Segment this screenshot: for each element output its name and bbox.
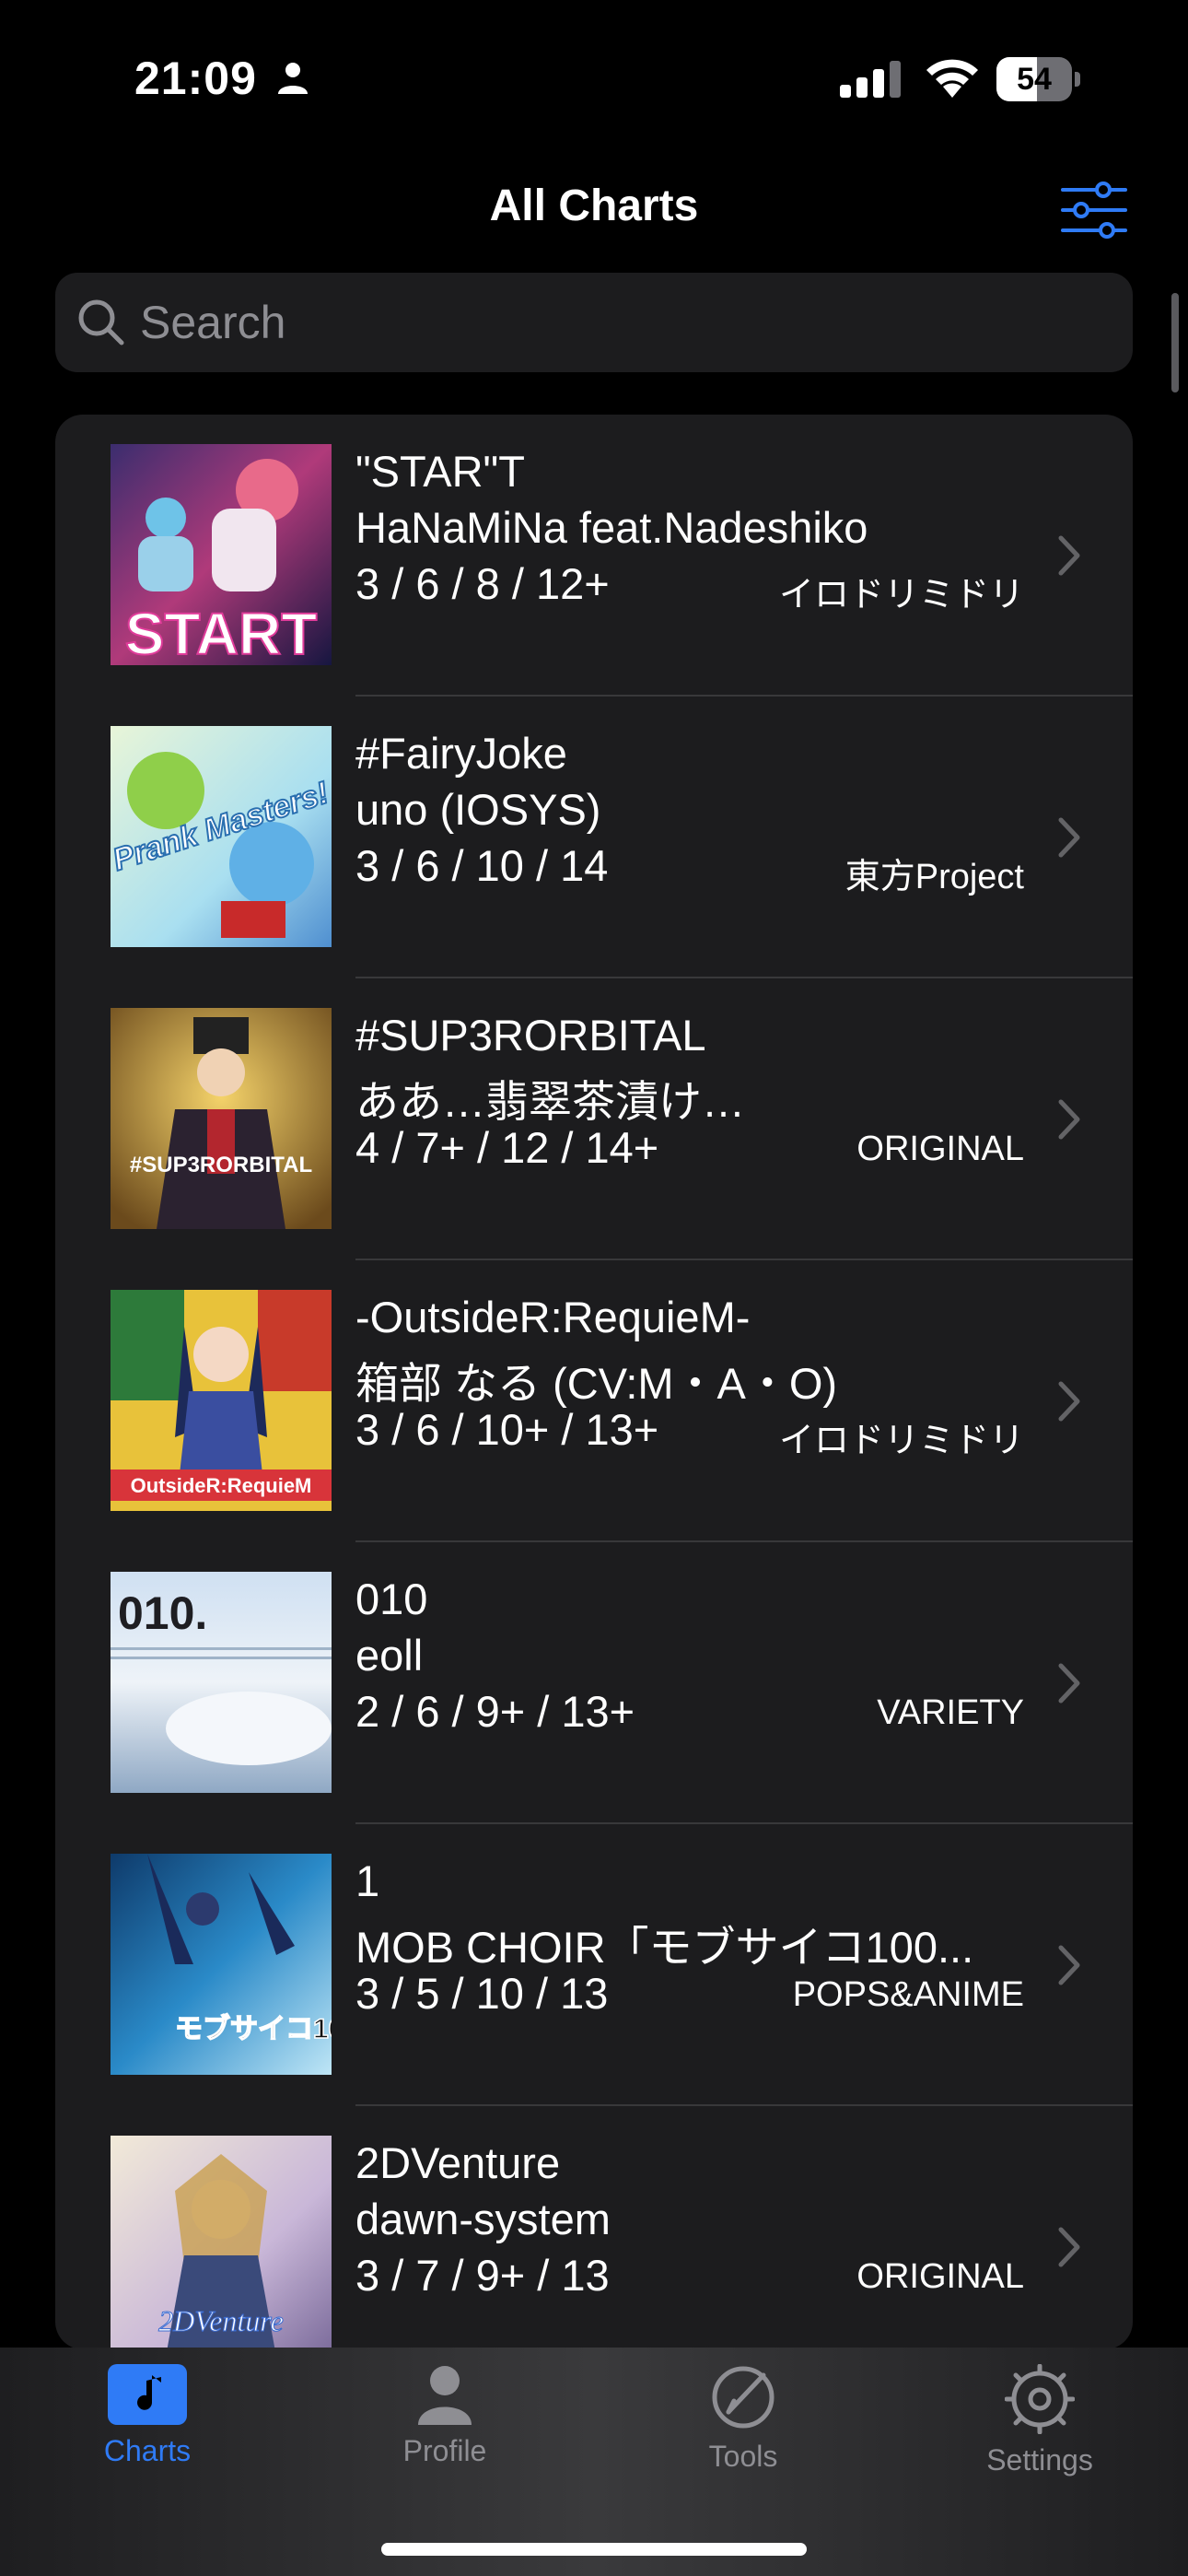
page-title: All Charts bbox=[489, 181, 699, 230]
chart-title: #FairyJoke bbox=[355, 729, 567, 778]
status-bar: 21:09 54 bbox=[0, 0, 1188, 147]
chevron-right-icon bbox=[1055, 1378, 1083, 1429]
chevron-right-icon bbox=[1055, 2224, 1083, 2275]
chart-levels: 3 / 6 / 10+ / 13+ bbox=[355, 1405, 659, 1454]
tab-tools[interactable]: Tools bbox=[642, 2364, 844, 2502]
album-art-text: #SUP3RORBITAL bbox=[130, 1153, 312, 1177]
chart-row[interactable]: Prank Masters! #FairyJoke uno (IOSYS) 3 … bbox=[55, 697, 1133, 978]
person-icon bbox=[418, 2366, 472, 2425]
gear-icon bbox=[1005, 2364, 1075, 2434]
album-art-text: 2DVenture bbox=[158, 2304, 284, 2337]
album-art: 2DVenture bbox=[111, 2136, 332, 2349]
album-art: モブサイコ100 bbox=[111, 1854, 332, 2075]
chart-artist: ああ…翡翠茶漬け… bbox=[355, 1077, 745, 1126]
chevron-right-icon bbox=[1055, 533, 1083, 583]
chart-genre: ORIGINAL bbox=[856, 2257, 1024, 2296]
chart-artist: eoll bbox=[355, 1631, 424, 1680]
chart-genre: イロドリミドリ bbox=[778, 576, 1024, 615]
tab-label: Charts bbox=[103, 2434, 192, 2467]
search-bar[interactable] bbox=[55, 273, 1133, 372]
filter-button[interactable] bbox=[1059, 181, 1129, 240]
home-indicator[interactable] bbox=[381, 2543, 807, 2556]
album-art: #SUP3RORBITAL bbox=[111, 1008, 332, 1229]
chevron-right-icon bbox=[1055, 1096, 1083, 1147]
scroll-indicator[interactable] bbox=[1171, 293, 1179, 392]
chart-genre: ORIGINAL bbox=[856, 1130, 1024, 1168]
album-art-text: 010. bbox=[118, 1587, 207, 1639]
wifi-icon bbox=[923, 55, 982, 104]
chart-levels: 3 / 6 / 10 / 14 bbox=[355, 841, 609, 890]
music-note-icon bbox=[108, 2364, 187, 2425]
chart-genre: VARIETY bbox=[877, 1693, 1024, 1732]
album-art: START bbox=[111, 444, 332, 665]
tab-profile[interactable]: Profile bbox=[344, 2364, 546, 2502]
chart-genre: POPS&ANIME bbox=[792, 1975, 1024, 2014]
sliders-icon bbox=[1061, 181, 1127, 239]
compass-icon bbox=[712, 2366, 775, 2429]
chart-row[interactable]: OutsideR:RequieM -OutsideR:RequieM- 箱部 な… bbox=[55, 1260, 1133, 1542]
album-art: Prank Masters! bbox=[111, 726, 332, 947]
tab-bar: Charts Profile Tools Settings bbox=[0, 2348, 1188, 2576]
cellular-signal-icon bbox=[840, 61, 904, 102]
chart-title: #SUP3RORBITAL bbox=[355, 1011, 706, 1060]
chart-artist: dawn-system bbox=[355, 2195, 611, 2243]
chart-artist: 箱部 なる (CV:M・A・O) bbox=[355, 1359, 838, 1408]
battery-percentage: 54 bbox=[1017, 62, 1052, 97]
status-time: 21:09 bbox=[134, 53, 257, 104]
chart-levels: 3 / 6 / 8 / 12+ bbox=[355, 559, 610, 608]
battery-icon: 54 bbox=[996, 57, 1080, 101]
tab-label: Profile bbox=[402, 2434, 487, 2467]
chart-levels: 4 / 7+ / 12 / 14+ bbox=[355, 1123, 659, 1172]
search-input[interactable] bbox=[140, 289, 1098, 356]
tab-settings[interactable]: Settings bbox=[938, 2364, 1141, 2502]
chart-genre: 東方Project bbox=[844, 858, 1024, 896]
chart-row[interactable]: START "STAR"T HaNaMiNa feat.Nadeshiko 3 … bbox=[55, 415, 1133, 697]
chart-title: "STAR"T bbox=[355, 447, 525, 496]
chart-artist: MOB CHOIR「モブサイコ100... bbox=[355, 1923, 974, 1972]
chart-row[interactable]: 2DVenture 2DVenture dawn-system 3 / 7 / … bbox=[55, 2106, 1133, 2349]
tab-label: Tools bbox=[708, 2440, 778, 2473]
person-status-icon bbox=[276, 61, 309, 99]
album-art: OutsideR:RequieM bbox=[111, 1290, 332, 1511]
chevron-right-icon bbox=[1055, 814, 1083, 865]
chart-title: 2DVenture bbox=[355, 2138, 561, 2187]
chart-row[interactable]: #SUP3RORBITAL #SUP3RORBITAL ああ…翡翠茶漬け… 4 … bbox=[55, 978, 1133, 1260]
chevron-right-icon bbox=[1055, 1660, 1083, 1711]
album-art-text: START bbox=[125, 601, 318, 665]
chart-list: START "STAR"T HaNaMiNa feat.Nadeshiko 3 … bbox=[55, 415, 1133, 2349]
album-art-text: モブサイコ100 bbox=[175, 2013, 332, 2044]
search-icon bbox=[76, 297, 127, 353]
tab-label: Settings bbox=[986, 2443, 1093, 2476]
tab-charts[interactable]: Charts bbox=[46, 2364, 249, 2502]
chevron-right-icon bbox=[1055, 1942, 1083, 1993]
chart-row[interactable]: 010. 010 eoll 2 / 6 / 9+ / 13+ VARIETY bbox=[55, 1542, 1133, 1824]
chart-levels: 3 / 5 / 10 / 13 bbox=[355, 1969, 609, 2018]
chart-title: -OutsideR:RequieM- bbox=[355, 1293, 751, 1341]
chart-levels: 2 / 6 / 9+ / 13+ bbox=[355, 1687, 635, 1736]
album-art: 010. bbox=[111, 1572, 332, 1793]
album-art-text: OutsideR:RequieM bbox=[131, 1474, 312, 1497]
chart-levels: 3 / 7 / 9+ / 13 bbox=[355, 2251, 610, 2300]
chart-row[interactable]: モブサイコ100 1 MOB CHOIR「モブサイコ100... 3 / 5 /… bbox=[55, 1824, 1133, 2106]
chart-title: 010 bbox=[355, 1575, 428, 1623]
chart-artist: HaNaMiNa feat.Nadeshiko bbox=[355, 503, 868, 552]
chart-title: 1 bbox=[355, 1856, 380, 1905]
chart-genre: イロドリミドリ bbox=[778, 1422, 1024, 1460]
chart-artist: uno (IOSYS) bbox=[355, 785, 601, 834]
